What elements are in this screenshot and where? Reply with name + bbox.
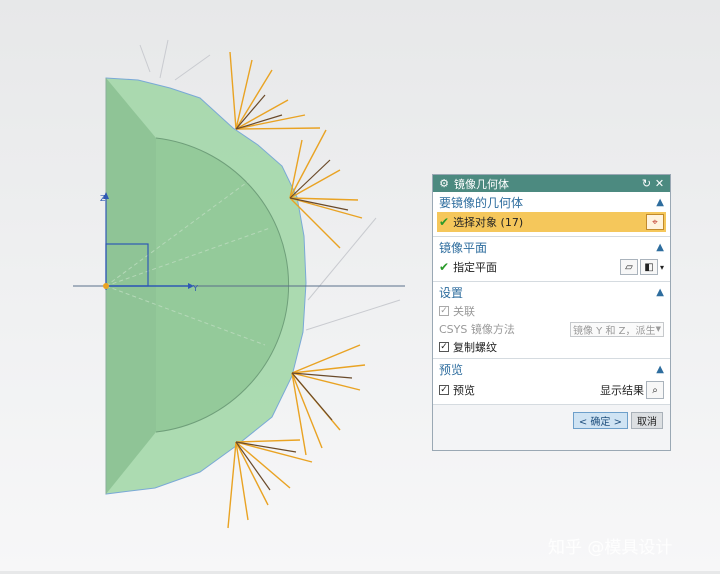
preview-row: ✓ 预览 显示结果 ⌕ (433, 379, 670, 401)
reset-icon[interactable]: ↻ (640, 177, 653, 190)
csys-method-label: CSYS 镜像方法 (439, 323, 515, 336)
magnifier-icon[interactable]: ⌕ (646, 381, 664, 399)
plane-type-icon[interactable]: ◧ (639, 259, 658, 275)
dropdown-arrow-icon[interactable]: ▾ (660, 263, 664, 272)
preview-label: 预览 (453, 384, 475, 397)
close-icon[interactable]: ✕ (653, 177, 666, 190)
select-object-row[interactable]: ✔ 选择对象 (17) ⌖ (437, 212, 666, 232)
cancel-button[interactable]: 取消 (631, 411, 663, 429)
section-geometry-header[interactable]: 要镜像的几何体 ▲ (433, 192, 670, 212)
ok-button[interactable]: < 确定 > (572, 411, 628, 429)
copy-threads-row: ✓ 复制螺纹 (433, 338, 670, 356)
section-preview: 预览 ▲ ✓ 预览 显示结果 ⌕ (433, 359, 670, 405)
axis-y-label: Y (192, 284, 198, 293)
associative-checkbox[interactable]: ✓ (439, 306, 449, 316)
collapse-caret-icon[interactable]: ▲ (656, 287, 664, 298)
dialog-footer: < 确定 > 取消 (433, 405, 670, 435)
associative-label: 关联 (453, 305, 475, 318)
section-plane-header[interactable]: 镜像平面 ▲ (433, 237, 670, 257)
section-settings: 设置 ▲ ✓ 关联 CSYS 镜像方法 镜像 Y 和 Z，派生 ▼ ✓ 复制螺纹 (433, 282, 670, 359)
show-result-label: 显示结果 (600, 384, 644, 397)
section-plane-title: 镜像平面 (439, 240, 488, 255)
chevron-down-icon: ▼ (655, 325, 661, 333)
select-object-label: 选择对象 (17) (453, 216, 524, 229)
collapse-caret-icon[interactable]: ▲ (656, 197, 664, 208)
specify-plane-row[interactable]: ✔ 指定平面 ▱ ◧ ▾ (433, 257, 670, 277)
check-icon: ✔ (439, 260, 450, 274)
section-plane: 镜像平面 ▲ ✔ 指定平面 ▱ ◧ ▾ (433, 237, 670, 282)
csys-method-row: CSYS 镜像方法 镜像 Y 和 Z，派生 ▼ (433, 320, 670, 338)
section-preview-header[interactable]: 预览 ▲ (433, 359, 670, 379)
watermark: 知乎 @模具设计 (548, 538, 673, 558)
plane-dialog-icon[interactable]: ▱ (619, 259, 638, 275)
section-geometry-title: 要镜像的几何体 (439, 195, 524, 210)
check-icon: ✔ (439, 215, 450, 229)
section-geometry: 要镜像的几何体 ▲ ✔ 选择对象 (17) ⌖ (433, 192, 670, 237)
section-preview-title: 预览 (439, 362, 464, 377)
csys-method-value: 镜像 Y 和 Z，派生 (573, 325, 656, 337)
axis-z-label: Z (100, 194, 106, 203)
mirror-geometry-dialog: ⚙ 镜像几何体 ↻ ✕ 要镜像的几何体 ▲ ✔ 选择对象 (17) ⌖ 镜像平面… (432, 174, 671, 451)
collapse-caret-icon[interactable]: ▲ (656, 364, 664, 375)
dialog-title: 镜像几何体 (454, 177, 509, 191)
dialog-titlebar: ⚙ 镜像几何体 ↻ ✕ (433, 175, 670, 192)
collapse-caret-icon[interactable]: ▲ (656, 242, 664, 253)
gear-icon[interactable]: ⚙ (437, 177, 451, 190)
preview-checkbox[interactable]: ✓ (439, 385, 449, 395)
copy-threads-checkbox[interactable]: ✓ (439, 342, 449, 352)
copy-threads-label: 复制螺纹 (453, 341, 497, 354)
associative-row: ✓ 关联 (433, 302, 670, 320)
specify-plane-label: 指定平面 (453, 261, 498, 274)
csys-method-select[interactable]: 镜像 Y 和 Z，派生 ▼ (570, 321, 664, 337)
section-settings-header[interactable]: 设置 ▲ (433, 282, 670, 302)
crosshair-select-icon[interactable]: ⌖ (646, 214, 664, 230)
section-settings-title: 设置 (439, 285, 464, 300)
